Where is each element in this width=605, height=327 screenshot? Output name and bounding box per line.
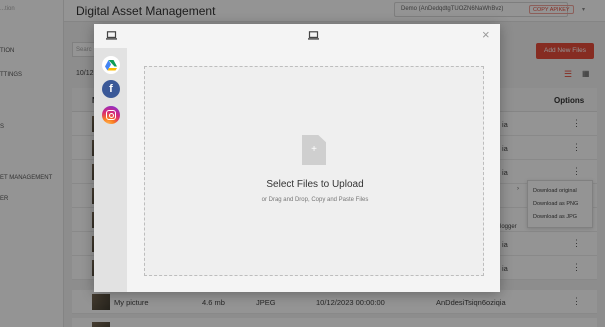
file-icon: +: [302, 135, 326, 165]
plus-icon: +: [311, 144, 317, 155]
modal-header: ×: [94, 24, 500, 48]
source-bar: f: [94, 48, 127, 292]
google-drive-icon[interactable]: [102, 56, 120, 74]
instagram-glyph: [106, 110, 116, 120]
facebook-icon[interactable]: f: [102, 80, 120, 98]
facebook-letter: f: [109, 83, 113, 95]
dropzone-subtitle: or Drag and Drop, Copy and Paste Files: [261, 197, 369, 203]
file-dropzone[interactable]: + Select Files to Upload or Drag and Dro…: [144, 66, 484, 276]
dropzone-title[interactable]: Select Files to Upload: [145, 179, 485, 190]
laptop-icon: [308, 31, 319, 40]
instagram-icon[interactable]: [102, 106, 120, 124]
upload-modal: × f + Select Files to Upload or Drag and…: [94, 24, 500, 292]
laptop-icon[interactable]: [106, 31, 117, 40]
close-icon[interactable]: ×: [482, 28, 490, 41]
